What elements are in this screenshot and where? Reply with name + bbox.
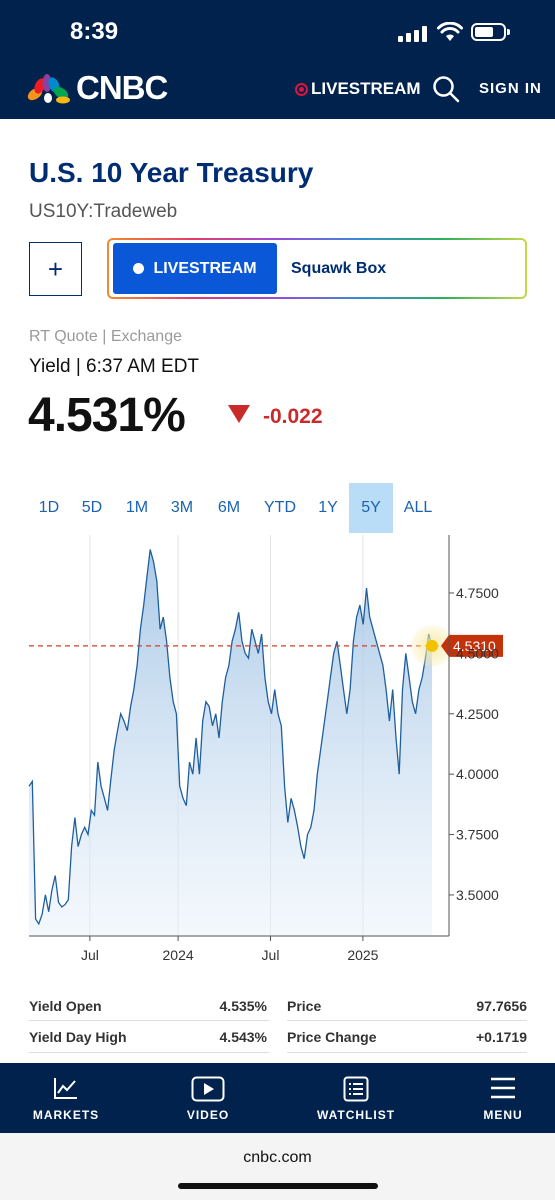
- livestream-button[interactable]: LIVESTREAM: [113, 243, 277, 294]
- range-tab-all[interactable]: ALL: [393, 483, 443, 533]
- menu-icon: [491, 1077, 515, 1099]
- nav-label: VIDEO: [186, 1108, 230, 1122]
- wifi-icon: [437, 22, 463, 41]
- y-tick-label: 4.7500: [456, 585, 499, 601]
- range-selector: 1D 5D 1M 3M 6M YTD 1Y 5Y ALL: [29, 483, 443, 533]
- x-tick-label: Jul: [81, 947, 99, 963]
- search-icon[interactable]: [432, 75, 460, 103]
- divider: [287, 1052, 527, 1053]
- y-tick-label: 4.0000: [456, 766, 499, 782]
- y-tick-label: 3.5000: [456, 887, 499, 903]
- nav-video[interactable]: VIDEO: [158, 1063, 258, 1133]
- browser-url-bar[interactable]: cnbc.com: [0, 1133, 555, 1200]
- y-tick-label: 4.5000: [456, 645, 499, 661]
- nav-label: MENU: [483, 1108, 523, 1122]
- livestream-banner[interactable]: LIVESTREAM Squawk Box: [107, 238, 527, 299]
- last-price: 4.531%: [28, 389, 186, 442]
- stats-row: Yield Day High 4.543% Price Change +0.17…: [29, 1021, 527, 1053]
- battery-icon: [471, 23, 510, 41]
- stat-label: Yield Open: [29, 998, 102, 1014]
- range-tab-3m[interactable]: 3M: [159, 483, 205, 533]
- stat-label: Yield Day High: [29, 1029, 127, 1045]
- current-point: [426, 639, 438, 652]
- stat-value: +0.1719: [476, 1029, 527, 1045]
- livestream-label: LIVESTREAM: [311, 79, 421, 98]
- rt-quote-label: RT Quote | Exchange: [29, 328, 182, 345]
- down-arrow-icon: [228, 405, 250, 423]
- app-header: 8:39 CNBC LIVESTREAM SIGN IN: [0, 0, 555, 119]
- stats-row: Yield Open 4.535% Price 97.7656: [29, 990, 527, 1022]
- x-tick-label: Jul: [262, 947, 280, 963]
- stat-value: 97.7656: [476, 998, 527, 1014]
- list-icon: [343, 1076, 369, 1102]
- add-to-watchlist-button[interactable]: +: [29, 242, 82, 296]
- stat-value: 4.543%: [219, 1029, 267, 1045]
- play-icon: [191, 1076, 225, 1102]
- stat-label: Price Change: [287, 1029, 377, 1045]
- range-tab-5d[interactable]: 5D: [69, 483, 115, 533]
- divider: [29, 1052, 269, 1053]
- url-text: cnbc.com: [243, 1149, 312, 1166]
- nav-markets[interactable]: MARKETS: [16, 1063, 116, 1133]
- yield-time: Yield | 6:37 AM EDT: [29, 356, 200, 377]
- chart-line-icon: [54, 1078, 77, 1099]
- status-time: 8:39: [70, 18, 119, 45]
- live-dot-icon: [133, 263, 145, 274]
- x-tick-label: 2025: [347, 947, 378, 963]
- live-show-name: Squawk Box: [291, 260, 387, 277]
- range-tab-5y[interactable]: 5Y: [349, 483, 393, 533]
- range-tab-1m[interactable]: 1M: [115, 483, 159, 533]
- bottom-nav: MARKETS VIDEO WATCHLIST MENU: [0, 1063, 555, 1133]
- x-tick-label: 2024: [163, 947, 194, 963]
- range-tab-1y[interactable]: 1Y: [307, 483, 349, 533]
- stat-value: 4.535%: [219, 998, 267, 1014]
- sign-in-link[interactable]: SIGN IN: [479, 80, 542, 97]
- price-change: -0.022: [263, 405, 323, 428]
- nav-label: WATCHLIST: [316, 1108, 396, 1122]
- nav-watchlist[interactable]: WATCHLIST: [306, 1063, 406, 1133]
- y-tick-label: 3.7500: [456, 827, 499, 843]
- livestream-link[interactable]: LIVESTREAM: [295, 79, 421, 99]
- cnbc-logo[interactable]: CNBC: [76, 69, 168, 107]
- range-tab-ytd[interactable]: YTD: [253, 483, 307, 533]
- page-title: U.S. 10 Year Treasury: [29, 157, 314, 188]
- live-dot-icon: [295, 82, 308, 96]
- nav-menu[interactable]: MENU: [453, 1063, 553, 1133]
- y-tick-label: 4.2500: [456, 706, 499, 722]
- range-tab-1d[interactable]: 1D: [29, 483, 69, 533]
- range-tab-6m[interactable]: 6M: [205, 483, 253, 533]
- nav-label: MARKETS: [32, 1108, 100, 1122]
- home-indicator: [178, 1183, 378, 1189]
- symbol-label: US10Y:Tradeweb: [29, 201, 178, 222]
- nbc-peacock-icon: [27, 74, 70, 104]
- livestream-button-label: LIVESTREAM: [153, 259, 257, 277]
- stat-label: Price: [287, 998, 322, 1014]
- cellular-signal-icon: [398, 26, 428, 42]
- price-chart[interactable]: 4.5310 4.75004.50004.25004.00003.75003.5…: [0, 535, 555, 970]
